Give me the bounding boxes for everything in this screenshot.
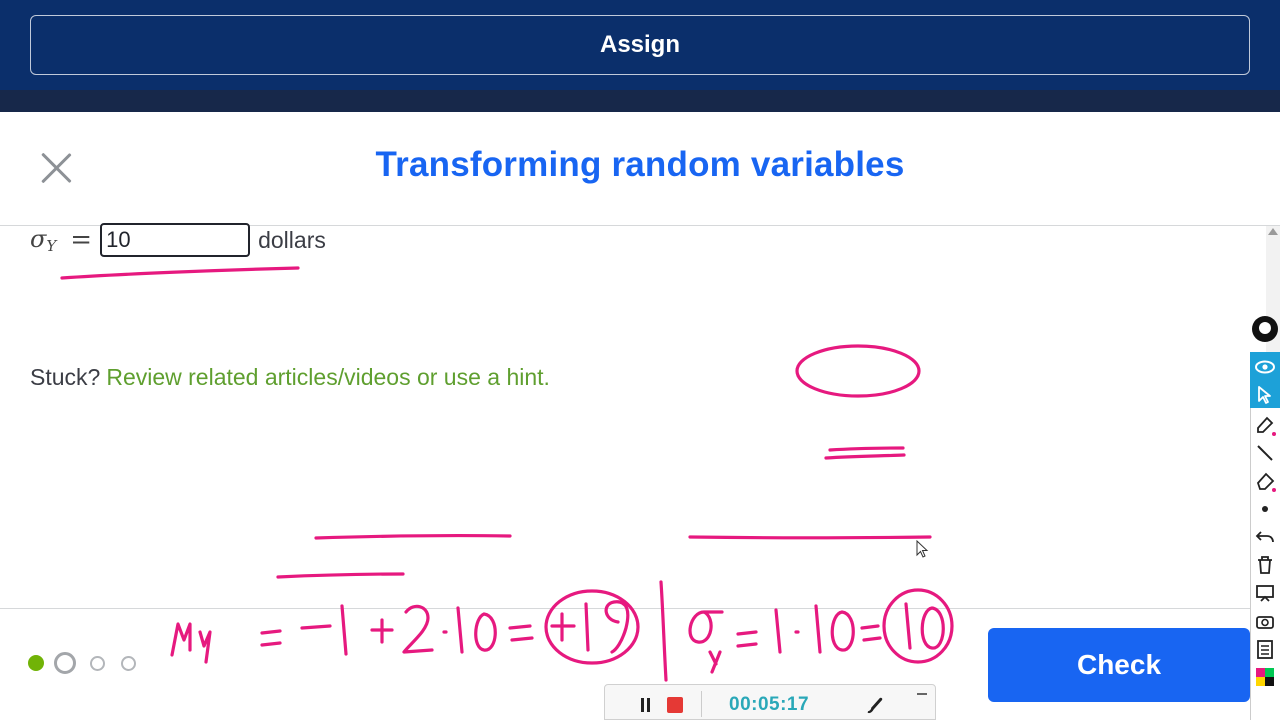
unit-label: dollars: [258, 226, 326, 253]
sigma-symbol: σ: [30, 225, 47, 253]
screen-recorder-bar: 00:05:17: [604, 684, 936, 720]
close-icon[interactable]: [38, 150, 74, 186]
header-shade: [0, 90, 1280, 112]
scroll-up-arrow-icon[interactable]: [1268, 228, 1278, 235]
brush-icon[interactable]: [865, 695, 885, 715]
ink-underline-answer: [60, 266, 300, 280]
eraser-icon[interactable]: [1254, 470, 1276, 492]
ink-line-right: [688, 535, 932, 540]
minimize-icon[interactable]: [917, 693, 927, 695]
pointer-icon[interactable]: [1254, 384, 1276, 406]
ink-line-upper-left: [314, 534, 512, 540]
progress-dot-completed: [28, 655, 44, 671]
notes-icon[interactable]: [1254, 638, 1276, 660]
trash-icon[interactable]: [1254, 554, 1276, 576]
progress-dot-pending: [121, 655, 136, 671]
modal-title: Transforming random variables: [375, 145, 905, 184]
stuck-label: Stuck?: [30, 364, 101, 390]
math-label: σY: [30, 225, 56, 255]
check-button[interactable]: Check: [988, 628, 1250, 702]
ink-line-lower-left: [276, 572, 405, 579]
progress-dot-current: [54, 652, 76, 674]
progress-dot-pending: [90, 655, 105, 671]
hint-link[interactable]: Review related articles/videos or use a …: [106, 364, 550, 390]
eye-icon[interactable]: [1254, 356, 1276, 378]
camera-icon[interactable]: [1254, 610, 1276, 632]
ink-equals-top: [828, 446, 905, 452]
equals-sign: =: [70, 225, 93, 255]
annotation-toolbar: [1250, 310, 1280, 720]
undo-icon[interactable]: [1254, 526, 1276, 548]
dot-size-icon[interactable]: [1254, 498, 1276, 520]
toolbar-logo-icon[interactable]: [1252, 316, 1278, 342]
color-palette-icon[interactable]: [1254, 666, 1276, 688]
help-prompt: Stuck? Review related articles/videos or …: [30, 364, 550, 391]
line-icon[interactable]: [1254, 442, 1276, 464]
assign-button[interactable]: Assign: [30, 15, 1250, 75]
stop-icon[interactable]: [667, 697, 683, 713]
ink-equals-bottom: [824, 453, 906, 460]
pen-icon[interactable]: [1254, 414, 1276, 436]
pause-icon[interactable]: [641, 698, 651, 712]
sigma-subscript: Y: [46, 237, 57, 255]
answer-row: σY = dollars: [30, 222, 326, 258]
progress-dots: [28, 652, 152, 674]
recorder-divider: [701, 691, 702, 717]
answer-input[interactable]: [100, 223, 251, 257]
whiteboard-icon[interactable]: [1254, 582, 1276, 604]
ink-oval: [795, 344, 921, 398]
recording-timer: 00:05:17: [729, 694, 810, 715]
mouse-cursor-icon: [916, 540, 929, 558]
